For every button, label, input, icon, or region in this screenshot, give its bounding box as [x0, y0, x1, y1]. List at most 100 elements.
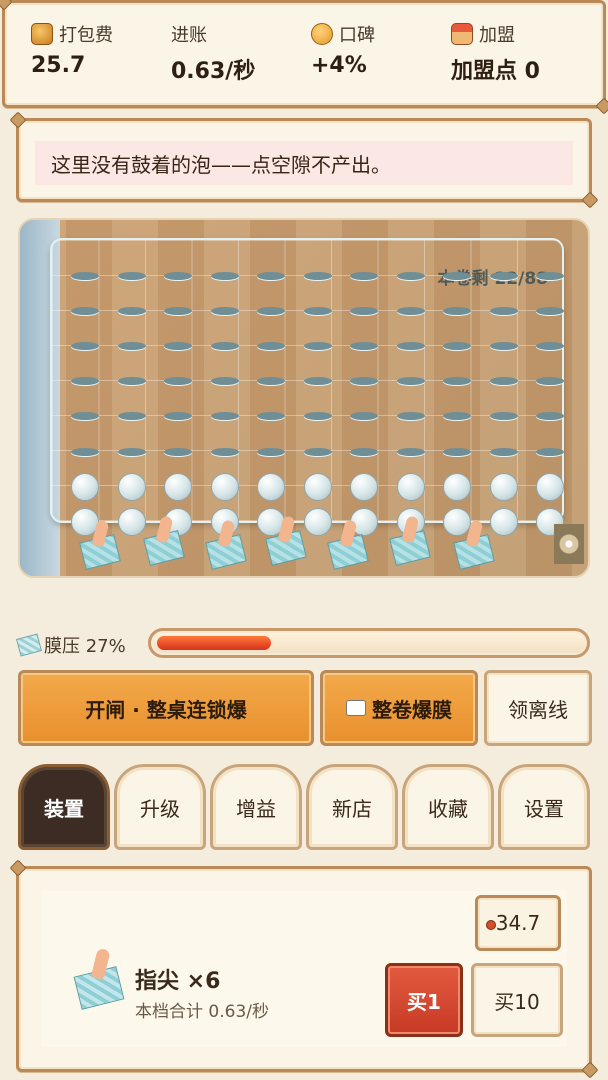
bubble-popped[interactable]: [396, 306, 425, 315]
bubble-popped[interactable]: [257, 271, 286, 280]
bubble-popped[interactable]: [489, 412, 518, 421]
bubble-popped[interactable]: [489, 447, 518, 456]
bubble-popped[interactable]: [396, 377, 425, 386]
bubble-popped[interactable]: [303, 447, 332, 456]
tab-settings[interactable]: 设置: [498, 764, 590, 850]
tab-gear-label: 装置: [44, 796, 84, 821]
bubble-popped[interactable]: [117, 412, 146, 421]
bubble-popped[interactable]: [350, 306, 379, 315]
bubble-popped[interactable]: [350, 342, 379, 350]
bubble-popped[interactable]: [117, 306, 146, 315]
fingertip-worker: [327, 534, 369, 570]
bubble-popped[interactable]: [303, 377, 332, 386]
bubble-popped[interactable]: [71, 447, 100, 456]
tab-boost[interactable]: 增益: [210, 764, 302, 850]
bubble-popped[interactable]: [489, 377, 518, 386]
tab-upgrade[interactable]: 升级: [114, 764, 206, 850]
bubble-popped[interactable]: [303, 342, 332, 350]
bubble-popped[interactable]: [536, 342, 565, 350]
bubble-popped[interactable]: [489, 306, 518, 315]
pressure-text: 膜压 27%: [44, 636, 126, 657]
bubble-popped[interactable]: [536, 447, 565, 456]
bubble-intact[interactable]: [443, 508, 472, 536]
bubble-popped[interactable]: [210, 342, 239, 350]
bubble-popped[interactable]: [117, 271, 146, 280]
bubble-popped[interactable]: [303, 306, 332, 315]
bubble-popped[interactable]: [117, 447, 146, 456]
bubble-popped[interactable]: [71, 377, 100, 386]
bubble-popped[interactable]: [210, 306, 239, 315]
bubble-wrap-sheet[interactable]: 本卷剩 22/88: [50, 238, 565, 536]
bubble-intact[interactable]: [443, 472, 472, 501]
bubble-popped[interactable]: [443, 342, 472, 350]
bubble-popped[interactable]: [257, 377, 286, 386]
bubble-intact[interactable]: [257, 472, 286, 501]
bubble-popped[interactable]: [443, 447, 472, 456]
bubble-popped[interactable]: [303, 412, 332, 421]
bubble-popped[interactable]: [489, 271, 518, 280]
bubble-popped[interactable]: [71, 342, 100, 350]
tab-upgrade-label: 升级: [140, 796, 180, 821]
bubble-popped[interactable]: [164, 377, 193, 386]
tab-collection[interactable]: 收藏: [402, 764, 494, 850]
bubble-popped[interactable]: [71, 271, 100, 280]
bubble-intact[interactable]: [489, 472, 518, 501]
bubble-intact[interactable]: [164, 472, 193, 501]
bubble-popped[interactable]: [117, 377, 146, 386]
bubble-popped[interactable]: [536, 412, 565, 421]
bubble-popped[interactable]: [117, 342, 146, 350]
bubble-popped[interactable]: [443, 271, 472, 280]
bubble-intact[interactable]: [396, 472, 425, 501]
bubble-popped[interactable]: [396, 342, 425, 350]
bubble-popped[interactable]: [210, 271, 239, 280]
bubble-intact[interactable]: [536, 472, 565, 501]
play-field[interactable]: 本卷剩 22/88: [18, 218, 590, 578]
bubble-popped[interactable]: [257, 412, 286, 421]
bubble-popped[interactable]: [164, 447, 193, 456]
stat-reputation: 口碑 +4%: [311, 21, 375, 78]
bubble-popped[interactable]: [350, 271, 379, 280]
bubble-popped[interactable]: [164, 271, 193, 280]
claim-offline-button[interactable]: 领离线: [484, 670, 592, 746]
bubble-popped[interactable]: [257, 306, 286, 315]
bubble-popped[interactable]: [164, 306, 193, 315]
bubble-popped[interactable]: [257, 342, 286, 350]
bubble-popped[interactable]: [257, 447, 286, 456]
bubble-popped[interactable]: [71, 412, 100, 421]
bubble-intact[interactable]: [117, 472, 146, 501]
bubble-popped[interactable]: [396, 412, 425, 421]
buy-1-button[interactable]: 买1: [385, 963, 463, 1037]
bubble-intact[interactable]: [210, 472, 239, 501]
bubble-popped[interactable]: [536, 306, 565, 315]
roll-burst-button[interactable]: 整卷爆膜: [320, 670, 478, 746]
bubble-intact[interactable]: [350, 472, 379, 501]
bubble-popped[interactable]: [350, 412, 379, 421]
bubble-popped[interactable]: [396, 271, 425, 280]
bubble-intact[interactable]: [489, 508, 518, 536]
chain-burst-button[interactable]: 开闸 · 整桌连锁爆: [18, 670, 314, 746]
bubble-popped[interactable]: [210, 377, 239, 386]
bubble-intact[interactable]: [71, 472, 100, 501]
bubble-intact[interactable]: [303, 508, 332, 536]
bubble-intact[interactable]: [117, 508, 146, 536]
bubble-popped[interactable]: [350, 447, 379, 456]
bubble-popped[interactable]: [396, 447, 425, 456]
bubble-popped[interactable]: [164, 342, 193, 350]
buy-10-button[interactable]: 买10: [471, 963, 563, 1037]
tab-newshop[interactable]: 新店: [306, 764, 398, 850]
bubble-popped[interactable]: [303, 271, 332, 280]
bubble-popped[interactable]: [210, 447, 239, 456]
bubble-popped[interactable]: [489, 342, 518, 350]
bubble-popped[interactable]: [350, 377, 379, 386]
bubble-popped[interactable]: [536, 377, 565, 386]
bubble-intact[interactable]: [303, 472, 332, 501]
bubble-popped[interactable]: [443, 377, 472, 386]
message-banner: 这里没有鼓着的泡——点空隙不产出。: [16, 118, 592, 202]
bubble-popped[interactable]: [164, 412, 193, 421]
bubble-popped[interactable]: [443, 306, 472, 315]
bubble-popped[interactable]: [536, 271, 565, 280]
bubble-popped[interactable]: [71, 306, 100, 315]
bubble-popped[interactable]: [210, 412, 239, 421]
bubble-popped[interactable]: [443, 412, 472, 421]
tab-gear[interactable]: 装置: [18, 764, 110, 850]
